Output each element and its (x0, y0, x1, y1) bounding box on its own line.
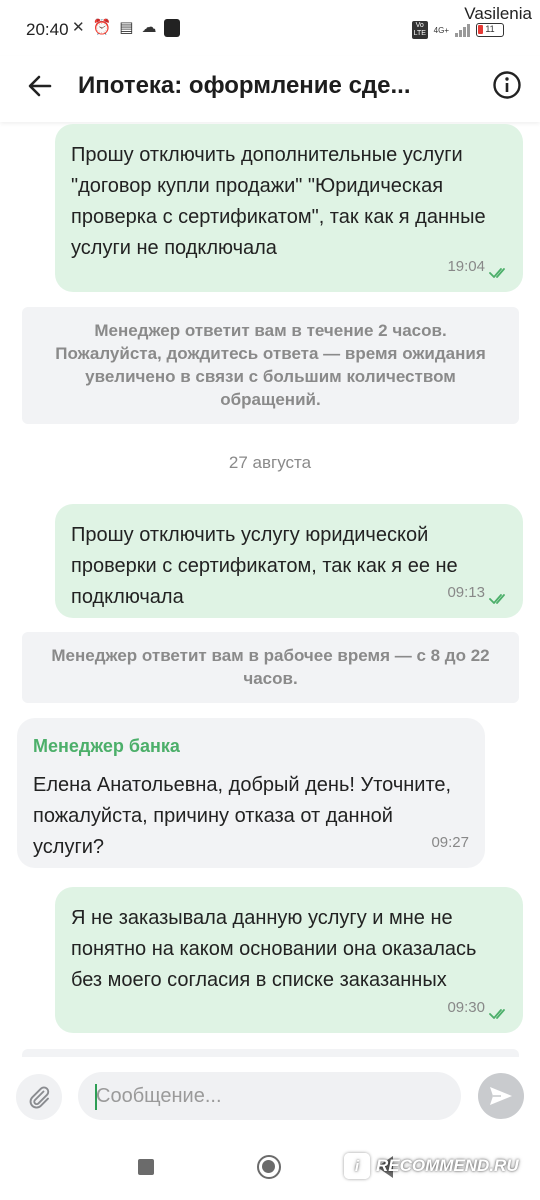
chat-history[interactable]: Прошу отключить дополнительные услуги "д… (0, 122, 540, 1057)
watermark-logo-icon: i (344, 1153, 370, 1179)
watermark: i RECOMMEND.RU (344, 1153, 519, 1179)
status-time: 20:40 (26, 20, 69, 39)
sender-name: Менеджер банка (33, 736, 180, 756)
cloud-icon: ☁ (141, 19, 157, 36)
message-outgoing[interactable]: Я не заказывала данную услугу и мне не п… (55, 887, 523, 1033)
message-outgoing[interactable]: Прошу отключить дополнительные услуги "д… (55, 124, 523, 292)
status-notification-icons: ✕ ⏰ ▤ ☁ (72, 19, 181, 37)
message-text: Прошу отключить дополнительные услуги "д… (71, 144, 486, 259)
message-outgoing[interactable]: Прошу отключить услугу юридической прове… (55, 504, 523, 618)
home-button[interactable] (257, 1155, 281, 1179)
message-time: 09:13 (447, 584, 485, 601)
system-nav-bar: i RECOMMEND.RU (0, 1137, 540, 1200)
volte-icon: Vo LTE (411, 21, 428, 39)
app-bar: Ипотека: оформление сде... (0, 56, 540, 122)
alarm-icon: ⏰ (92, 19, 112, 36)
message-text: Прошу отключить услугу юридической прове… (71, 524, 458, 608)
battery-level: 11 (485, 24, 495, 34)
message-text: Елена Анатольевна, добрый день! Уточните… (33, 774, 452, 858)
overlay-username: Vasilenia (464, 4, 532, 23)
network-type: 4G+ (433, 25, 449, 35)
text-cursor (95, 1084, 97, 1110)
info-icon[interactable] (492, 70, 522, 100)
attach-button[interactable] (16, 1074, 62, 1120)
signal-icon (455, 23, 470, 37)
message-time: 09:30 (447, 999, 485, 1016)
app-notification-icon (164, 19, 181, 37)
message-icon: ▤ (119, 19, 134, 36)
double-check-icon (489, 1009, 505, 1019)
watermark-text: RECOMMEND.RU (376, 1156, 519, 1175)
message-time: 09:27 (431, 834, 469, 851)
message-text: Я не заказывала данную услугу и мне не п… (71, 907, 477, 991)
next-system-notice-edge (22, 1049, 519, 1057)
date-separator: 27 августа (228, 453, 312, 472)
battery-icon: 11 (476, 23, 504, 37)
chat-title: Ипотека: оформление сде... (78, 72, 411, 99)
mute-icon: ✕ (72, 19, 85, 36)
back-arrow-icon[interactable] (26, 72, 54, 100)
paperclip-icon (29, 1086, 50, 1109)
system-notice: Менеджер ответит вам в течение 2 часов. … (22, 307, 519, 424)
message-input[interactable] (78, 1072, 461, 1120)
double-check-icon (489, 268, 505, 278)
recent-apps-button[interactable] (138, 1159, 154, 1175)
send-icon (490, 1087, 512, 1105)
status-system-icons: Vo LTE 4G+ 11 (411, 21, 504, 39)
double-check-icon (489, 594, 505, 604)
system-notice: Менеджер ответит вам в рабочее время — с… (22, 632, 519, 703)
send-button[interactable] (478, 1073, 524, 1119)
message-incoming[interactable]: Менеджер банка Елена Анатольевна, добрый… (17, 718, 485, 868)
status-bar: 20:40 ✕ ⏰ ▤ ☁ Vo LTE 4G+ 11 Vasilenia (0, 0, 540, 56)
message-time: 19:04 (447, 258, 485, 275)
message-composer (0, 1057, 540, 1137)
